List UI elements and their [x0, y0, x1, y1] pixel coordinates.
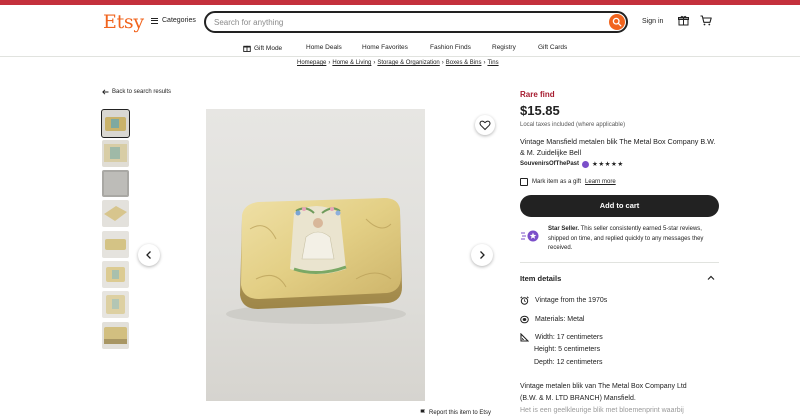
thumbnail-image — [102, 110, 129, 137]
thumbnail-2[interactable] — [102, 140, 129, 167]
thumbnail-image — [102, 231, 129, 258]
description-line: (B.W. & M. LTD BRANCH) Mansfield. — [520, 395, 636, 402]
detail-materials-text: Materials: Metal — [535, 316, 585, 323]
search-button[interactable] — [609, 14, 625, 30]
star-seller-icon — [521, 230, 539, 242]
back-label: Back to search results — [112, 89, 172, 95]
breadcrumb-item[interactable]: Storage & Organization — [377, 60, 439, 66]
chevron-left-icon — [146, 251, 151, 259]
etsy-logo[interactable]: Etsy — [103, 11, 144, 33]
search-input[interactable] — [214, 16, 594, 28]
chevron-up-icon — [707, 275, 715, 280]
nav-home-deals[interactable]: Home Deals — [306, 44, 342, 51]
signin-link[interactable]: Sign in — [642, 18, 663, 25]
divider — [520, 262, 719, 263]
categories-label: Categories — [162, 17, 196, 24]
thumbnail-5[interactable] — [102, 231, 129, 258]
ruler-icon — [520, 333, 529, 342]
shop-info: SouvenirsOfThePast ★★★★★ — [520, 160, 624, 168]
thumbnail-4[interactable] — [102, 200, 129, 227]
breadcrumb-item[interactable]: Boxes & Bins — [446, 60, 482, 66]
nav-registry[interactable]: Registry — [492, 44, 516, 51]
listing-title: Vintage Mansfield metalen blik The Metal… — [520, 137, 716, 157]
nav-gift-mode[interactable]: Gift Mode — [243, 44, 282, 52]
arrow-left-icon — [102, 89, 109, 95]
breadcrumb-separator: › — [328, 60, 331, 66]
thumbnail-image — [102, 140, 129, 167]
thumbnail-1[interactable] — [100, 108, 131, 139]
item-description: Vintage metalen blik van The Metal Box C… — [520, 381, 719, 417]
nav-fashion-finds[interactable]: Fashion Finds — [430, 44, 471, 51]
breadcrumb-separator: › — [483, 60, 486, 66]
description-line: Het is een geelkleurige blik met bloemen… — [520, 407, 684, 414]
gift-checkbox[interactable] — [520, 178, 528, 186]
star-seller-title: Star Seller. — [548, 226, 580, 232]
detail-depth-text: Depth: 12 centimeters — [534, 359, 603, 366]
detail-vintage-text: Vintage from the 1970s — [535, 297, 608, 304]
star-seller-text: Star Seller. This seller consistently ea… — [548, 225, 718, 254]
report-label: Report this item to Etsy — [429, 409, 492, 416]
thumbnail-3[interactable] — [102, 170, 129, 197]
shop-name-link[interactable]: SouvenirsOfThePast — [520, 161, 579, 167]
categories-button[interactable]: Categories — [151, 17, 196, 24]
category-nav: Gift Mode Home Deals Home Favorites Fash… — [0, 39, 800, 57]
description-line: Vintage metalen blik van The Metal Box C… — [520, 383, 687, 390]
detail-materials: Materials: Metal — [520, 315, 584, 324]
gift-mode-icon — [243, 45, 251, 52]
rating-stars[interactable]: ★★★★★ — [592, 160, 624, 168]
heart-icon — [479, 120, 491, 131]
alarm-clock-icon — [520, 296, 529, 305]
nav-gift-cards[interactable]: Gift Cards — [538, 44, 567, 51]
cart-icon[interactable] — [700, 15, 712, 26]
thumbnail-image — [102, 261, 129, 288]
nav-label: Gift Mode — [254, 44, 283, 52]
search-icon — [612, 17, 622, 27]
detail-vintage: Vintage from the 1970s — [520, 296, 607, 305]
thumbnail-8[interactable] — [102, 322, 129, 349]
breadcrumb-item[interactable]: Home & Living — [332, 60, 371, 66]
add-to-cart-button[interactable]: Add to cart — [520, 195, 719, 217]
site-header: Etsy Categories Sign in Gif — [0, 5, 800, 57]
flag-icon — [420, 409, 425, 416]
tax-note: Local taxes included (where applicable) — [520, 122, 626, 128]
main-product-image[interactable] — [206, 109, 425, 401]
breadcrumb-separator: › — [373, 60, 376, 66]
thumbnail-image — [102, 170, 129, 197]
star-seller-badge-icon — [582, 160, 590, 168]
thumbnail-6[interactable] — [102, 261, 129, 288]
chevron-right-icon — [480, 251, 485, 259]
search-bar — [204, 11, 628, 33]
favorite-button[interactable] — [475, 115, 495, 135]
rare-find-badge: Rare find — [520, 90, 555, 99]
item-details-heading: Item details — [520, 274, 562, 283]
detail-height-text: Height: 5 centimeters — [534, 346, 601, 353]
gift-label: Mark item as a gift — [532, 179, 582, 185]
thumbnail-image — [102, 200, 129, 227]
nav-home-favorites[interactable]: Home Favorites — [362, 44, 408, 51]
tin-box-image — [226, 198, 406, 324]
back-to-search-link[interactable]: Back to search results — [102, 89, 171, 95]
materials-icon — [520, 315, 529, 324]
thumbnail-image — [102, 322, 129, 349]
gift-icon[interactable] — [678, 15, 689, 26]
breadcrumb-separator: › — [441, 60, 444, 66]
price: $15.85 — [520, 103, 560, 118]
prev-image-button[interactable] — [138, 244, 160, 266]
report-item-link[interactable]: Report this item to Etsy — [420, 409, 491, 416]
menu-icon — [151, 17, 158, 24]
learn-more-link[interactable]: Learn more — [585, 179, 616, 185]
thumbnail-image — [102, 291, 129, 318]
next-image-button[interactable] — [471, 244, 493, 266]
breadcrumb-item[interactable]: Tins — [487, 60, 498, 66]
gift-option: Mark item as a gift Learn more — [520, 178, 616, 186]
detail-width-text: Width: 17 centimeters — [535, 334, 603, 341]
detail-width: Width: 17 centimeters — [520, 333, 603, 342]
breadcrumb-item[interactable]: Homepage — [297, 60, 326, 66]
thumbnail-7[interactable] — [102, 291, 129, 318]
breadcrumb: Homepage › Home & Living › Storage & Org… — [297, 60, 499, 66]
item-details-toggle[interactable]: Item details — [520, 274, 719, 283]
